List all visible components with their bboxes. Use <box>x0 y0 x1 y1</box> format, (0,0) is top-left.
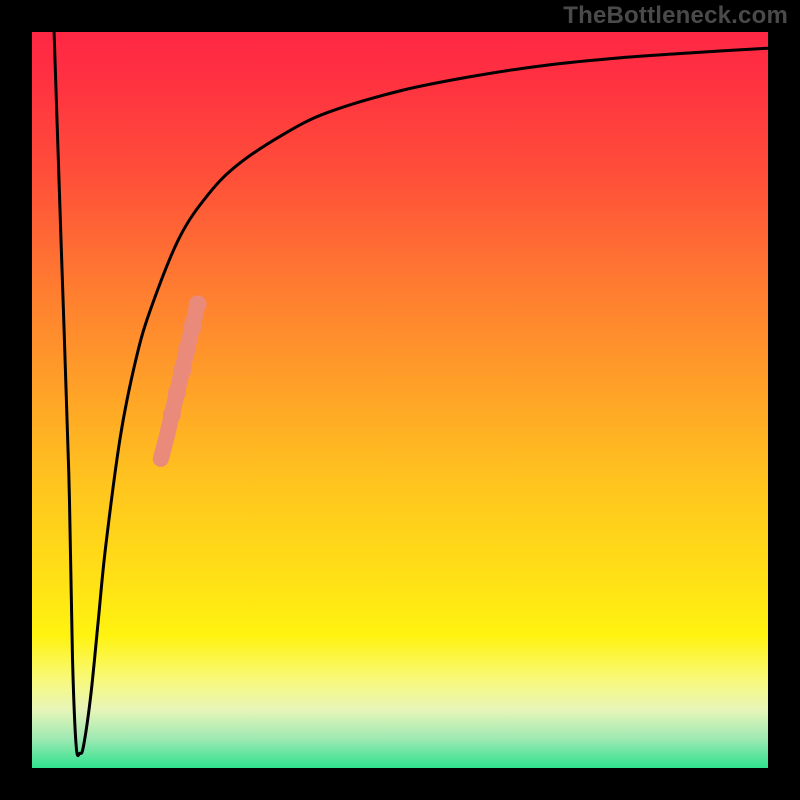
highlight-marker-dot <box>178 339 196 357</box>
highlight-marker-dot <box>189 295 207 313</box>
highlight-marker-dot <box>160 430 174 444</box>
highlight-marker-group <box>154 295 207 466</box>
highlight-marker-dot <box>163 406 181 424</box>
plot-area <box>32 32 768 768</box>
curve-svg <box>32 32 768 768</box>
bottleneck-curve-path <box>54 32 768 756</box>
watermark-text: TheBottleneck.com <box>563 2 788 30</box>
highlight-marker-dot <box>168 384 186 402</box>
highlight-marker-dot <box>154 452 168 466</box>
chart-outer-frame: TheBottleneck.com <box>0 0 800 800</box>
highlight-marker-dot <box>183 317 201 335</box>
highlight-marker-dot <box>173 362 191 380</box>
